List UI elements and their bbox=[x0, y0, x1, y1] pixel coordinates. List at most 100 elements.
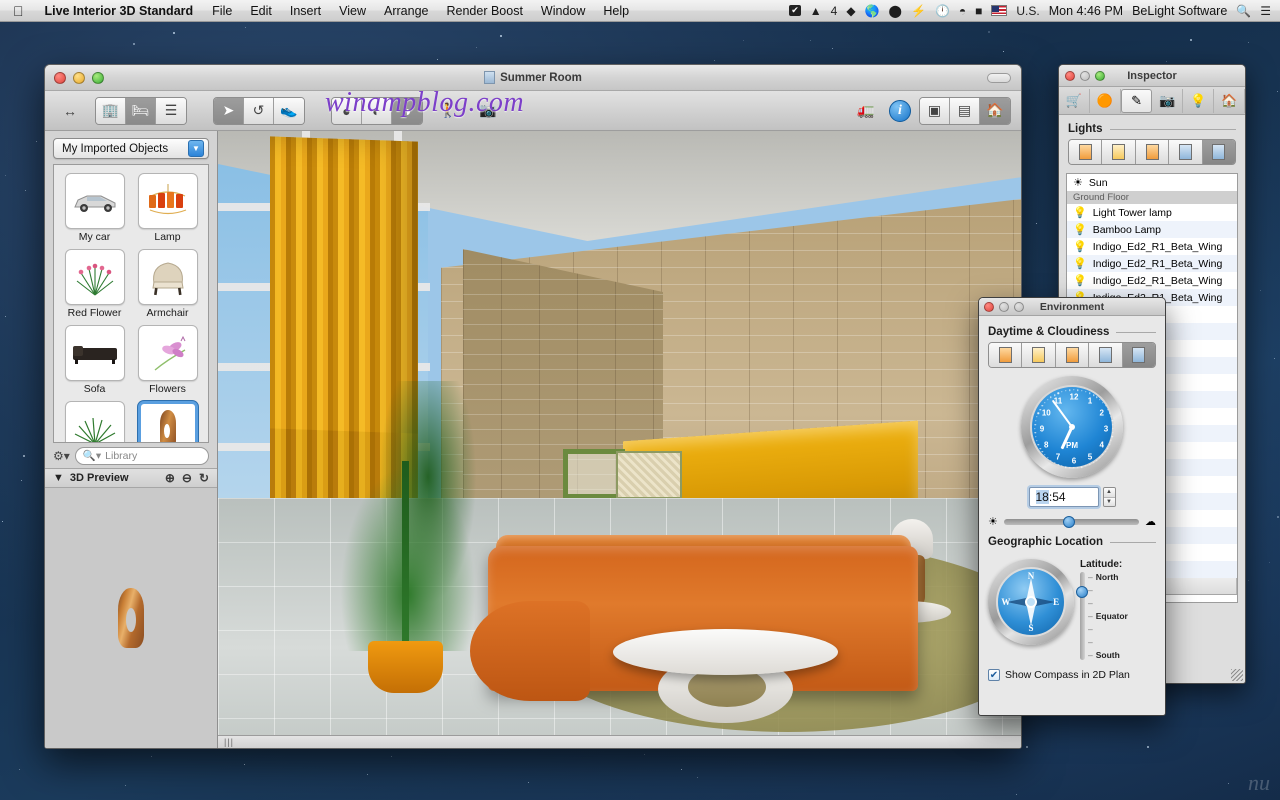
dropbox-icon[interactable]: ◆ bbox=[846, 5, 855, 17]
list-item[interactable]: 💡 Bamboo Lamp bbox=[1067, 221, 1237, 238]
edit-tab-icon[interactable]: ✎ bbox=[1120, 88, 1153, 113]
sunrise-icon[interactable] bbox=[989, 343, 1023, 367]
clock-icon[interactable]: 🕛 bbox=[935, 5, 950, 17]
airplay-icon[interactable]: ▲ bbox=[810, 5, 822, 17]
search-input[interactable]: 🔍▾ Library bbox=[74, 446, 209, 465]
split-view-icon[interactable]: ▤ bbox=[950, 97, 980, 124]
light-tab-icon[interactable]: 💡 bbox=[1183, 88, 1215, 113]
camera-tab-icon[interactable]: 📷 bbox=[1152, 88, 1184, 113]
list-item[interactable]: 💡 Indigo_Ed2_R1_Beta_Wing bbox=[1067, 255, 1237, 272]
time-hours[interactable]: 18 bbox=[1035, 490, 1049, 504]
furniture-icon[interactable]: 🛏 bbox=[126, 97, 156, 124]
latitude-slider-knob[interactable] bbox=[1076, 586, 1088, 599]
menu-clock[interactable]: Mon 4:46 PM bbox=[1049, 4, 1123, 18]
walkthrough-icon[interactable]: 🚶 bbox=[433, 98, 463, 124]
building-icon[interactable]: 🏢 bbox=[96, 97, 126, 124]
material-tab-icon[interactable]: 🟠 bbox=[1090, 88, 1121, 113]
menu-item-file[interactable]: File bbox=[203, 4, 241, 18]
search-icon[interactable]: 🔍 bbox=[1236, 5, 1251, 17]
statue-thumbnail[interactable] bbox=[137, 401, 198, 442]
bulb-off-icon[interactable]: 💡 bbox=[1073, 257, 1087, 270]
bolt-icon[interactable]: ⚡ bbox=[911, 5, 926, 17]
list-item[interactable]: Armchair bbox=[133, 249, 202, 323]
checkmark-icon[interactable]: ✔ bbox=[988, 669, 1000, 681]
list-item[interactable]: Red Flower bbox=[60, 249, 129, 323]
input-locale-label[interactable]: U.S. bbox=[1016, 5, 1039, 17]
list-icon[interactable]: ☰ bbox=[156, 97, 186, 124]
info-icon[interactable]: i bbox=[889, 99, 911, 122]
list-item-selected[interactable]: Statue bbox=[133, 401, 202, 442]
day-icon[interactable] bbox=[1022, 343, 1056, 367]
walk-feet-icon[interactable]: 👟 bbox=[274, 97, 304, 124]
bulb-on-icon[interactable]: 💡 bbox=[1073, 206, 1087, 219]
analog-clock[interactable]: PM 12 1 2 3 4 5 6 7 8 9 10 11 bbox=[1021, 376, 1123, 478]
window-title-bar[interactable]: Summer Room bbox=[45, 65, 1021, 91]
sunset-icon[interactable] bbox=[1055, 343, 1090, 367]
time-clock-control[interactable]: PM 12 1 2 3 4 5 6 7 8 9 10 11 bbox=[988, 376, 1156, 478]
menu-item-insert[interactable]: Insert bbox=[281, 4, 330, 18]
furniture-tab-icon[interactable]: 🛒 bbox=[1059, 88, 1090, 113]
cloudiness-slider-knob[interactable] bbox=[1063, 515, 1076, 528]
inspector-title-bar[interactable]: Inspector bbox=[1059, 65, 1245, 87]
resize-arrows-icon[interactable]: ↔ bbox=[55, 98, 85, 124]
arrow-select-icon[interactable]: ➤ bbox=[214, 97, 244, 124]
menu-app-title[interactable]: Live Interior 3D Standard bbox=[35, 4, 204, 18]
camera-icon[interactable]: 📷 bbox=[473, 98, 503, 124]
resize-grip-icon[interactable] bbox=[1231, 669, 1243, 681]
viewport-horizontal-scrollbar[interactable]: ||| bbox=[218, 735, 1021, 748]
compass-rose-icon[interactable]: N E S W bbox=[988, 559, 1074, 645]
menu-user-name[interactable]: BeLight Software bbox=[1132, 4, 1227, 18]
cool-light-icon[interactable] bbox=[1169, 140, 1203, 164]
toolbar-toggle-button[interactable] bbox=[987, 72, 1011, 83]
latitude-slider[interactable] bbox=[1076, 572, 1088, 660]
3d-viewport[interactable]: ||| bbox=[218, 131, 1021, 748]
stepper-down-icon[interactable]: ▼ bbox=[1103, 497, 1115, 506]
menu-item-view[interactable]: View bbox=[330, 4, 375, 18]
disclosure-triangle-icon[interactable]: ▼ bbox=[53, 472, 64, 484]
list-item[interactable]: Bush bbox=[60, 401, 129, 442]
time-input[interactable]: 18:54 bbox=[1028, 487, 1099, 507]
zoom-out-icon[interactable]: ⊖ bbox=[182, 471, 192, 485]
plan-view-icon[interactable]: ▣ bbox=[920, 97, 950, 124]
reset-rotation-icon[interactable]: ↻ bbox=[199, 471, 209, 485]
droplet-icon[interactable]: ⬤ bbox=[889, 5, 902, 17]
night-icon[interactable] bbox=[1089, 343, 1123, 367]
flat-shading-icon[interactable]: ● bbox=[332, 97, 362, 124]
list-item[interactable]: 💡 Indigo_Ed2_R1_Beta_Wing bbox=[1067, 272, 1237, 289]
list-item[interactable]: Sofa bbox=[60, 325, 129, 399]
list-item[interactable]: My car bbox=[60, 173, 129, 247]
neutral-light-icon[interactable] bbox=[1102, 140, 1136, 164]
flowers-thumbnail[interactable] bbox=[137, 325, 198, 381]
cloudiness-slider[interactable] bbox=[1003, 515, 1139, 528]
zoom-in-icon[interactable]: ⊕ bbox=[165, 471, 175, 485]
bulb-off-icon[interactable]: 💡 bbox=[1073, 240, 1087, 253]
chevron-down-icon[interactable]: ▼ bbox=[188, 140, 204, 157]
building-tab-icon[interactable]: 🏠 bbox=[1214, 88, 1245, 113]
battery-icon[interactable]: ■ bbox=[975, 5, 982, 17]
red-flower-thumbnail[interactable] bbox=[64, 249, 125, 305]
menu-item-render-boost[interactable]: Render Boost bbox=[437, 4, 531, 18]
list-item[interactable]: ☀ Sun bbox=[1067, 174, 1237, 191]
bulb-off-icon[interactable]: 💡 bbox=[1073, 274, 1087, 287]
rotate-icon[interactable]: ↺ bbox=[244, 97, 274, 124]
show-compass-checkbox-row[interactable]: ✔ Show Compass in 2D Plan bbox=[988, 669, 1156, 681]
menu-item-edit[interactable]: Edit bbox=[241, 4, 281, 18]
car-thumbnail[interactable] bbox=[64, 173, 125, 229]
stepper-up-icon[interactable]: ▲ bbox=[1103, 488, 1115, 498]
3d-view-icon[interactable]: 🏠 bbox=[980, 97, 1010, 124]
bush-thumbnail[interactable] bbox=[64, 401, 125, 442]
auto-time-icon[interactable] bbox=[1122, 343, 1155, 367]
3d-preview-area[interactable] bbox=[45, 487, 217, 748]
bulb-off-icon[interactable]: 💡 bbox=[1073, 223, 1087, 236]
preview-header[interactable]: ▼ 3D Preview ⊕ ⊖ ↻ bbox=[45, 467, 217, 488]
list-item[interactable]: Lamp bbox=[133, 173, 202, 247]
daylight-clock-icon[interactable] bbox=[1202, 140, 1235, 164]
menu-item-help[interactable]: Help bbox=[594, 4, 638, 18]
list-item[interactable]: Flowers bbox=[133, 325, 202, 399]
checkmark-badge-icon[interactable]: ✔ bbox=[789, 5, 801, 16]
wifi-icon[interactable]: ◓ bbox=[959, 5, 966, 17]
armchair-thumbnail[interactable] bbox=[137, 249, 198, 305]
time-stepper[interactable]: ▲ ▼ bbox=[1102, 487, 1116, 507]
half-render-icon[interactable]: ◐ bbox=[362, 97, 392, 124]
sofa-thumbnail[interactable] bbox=[64, 325, 125, 381]
